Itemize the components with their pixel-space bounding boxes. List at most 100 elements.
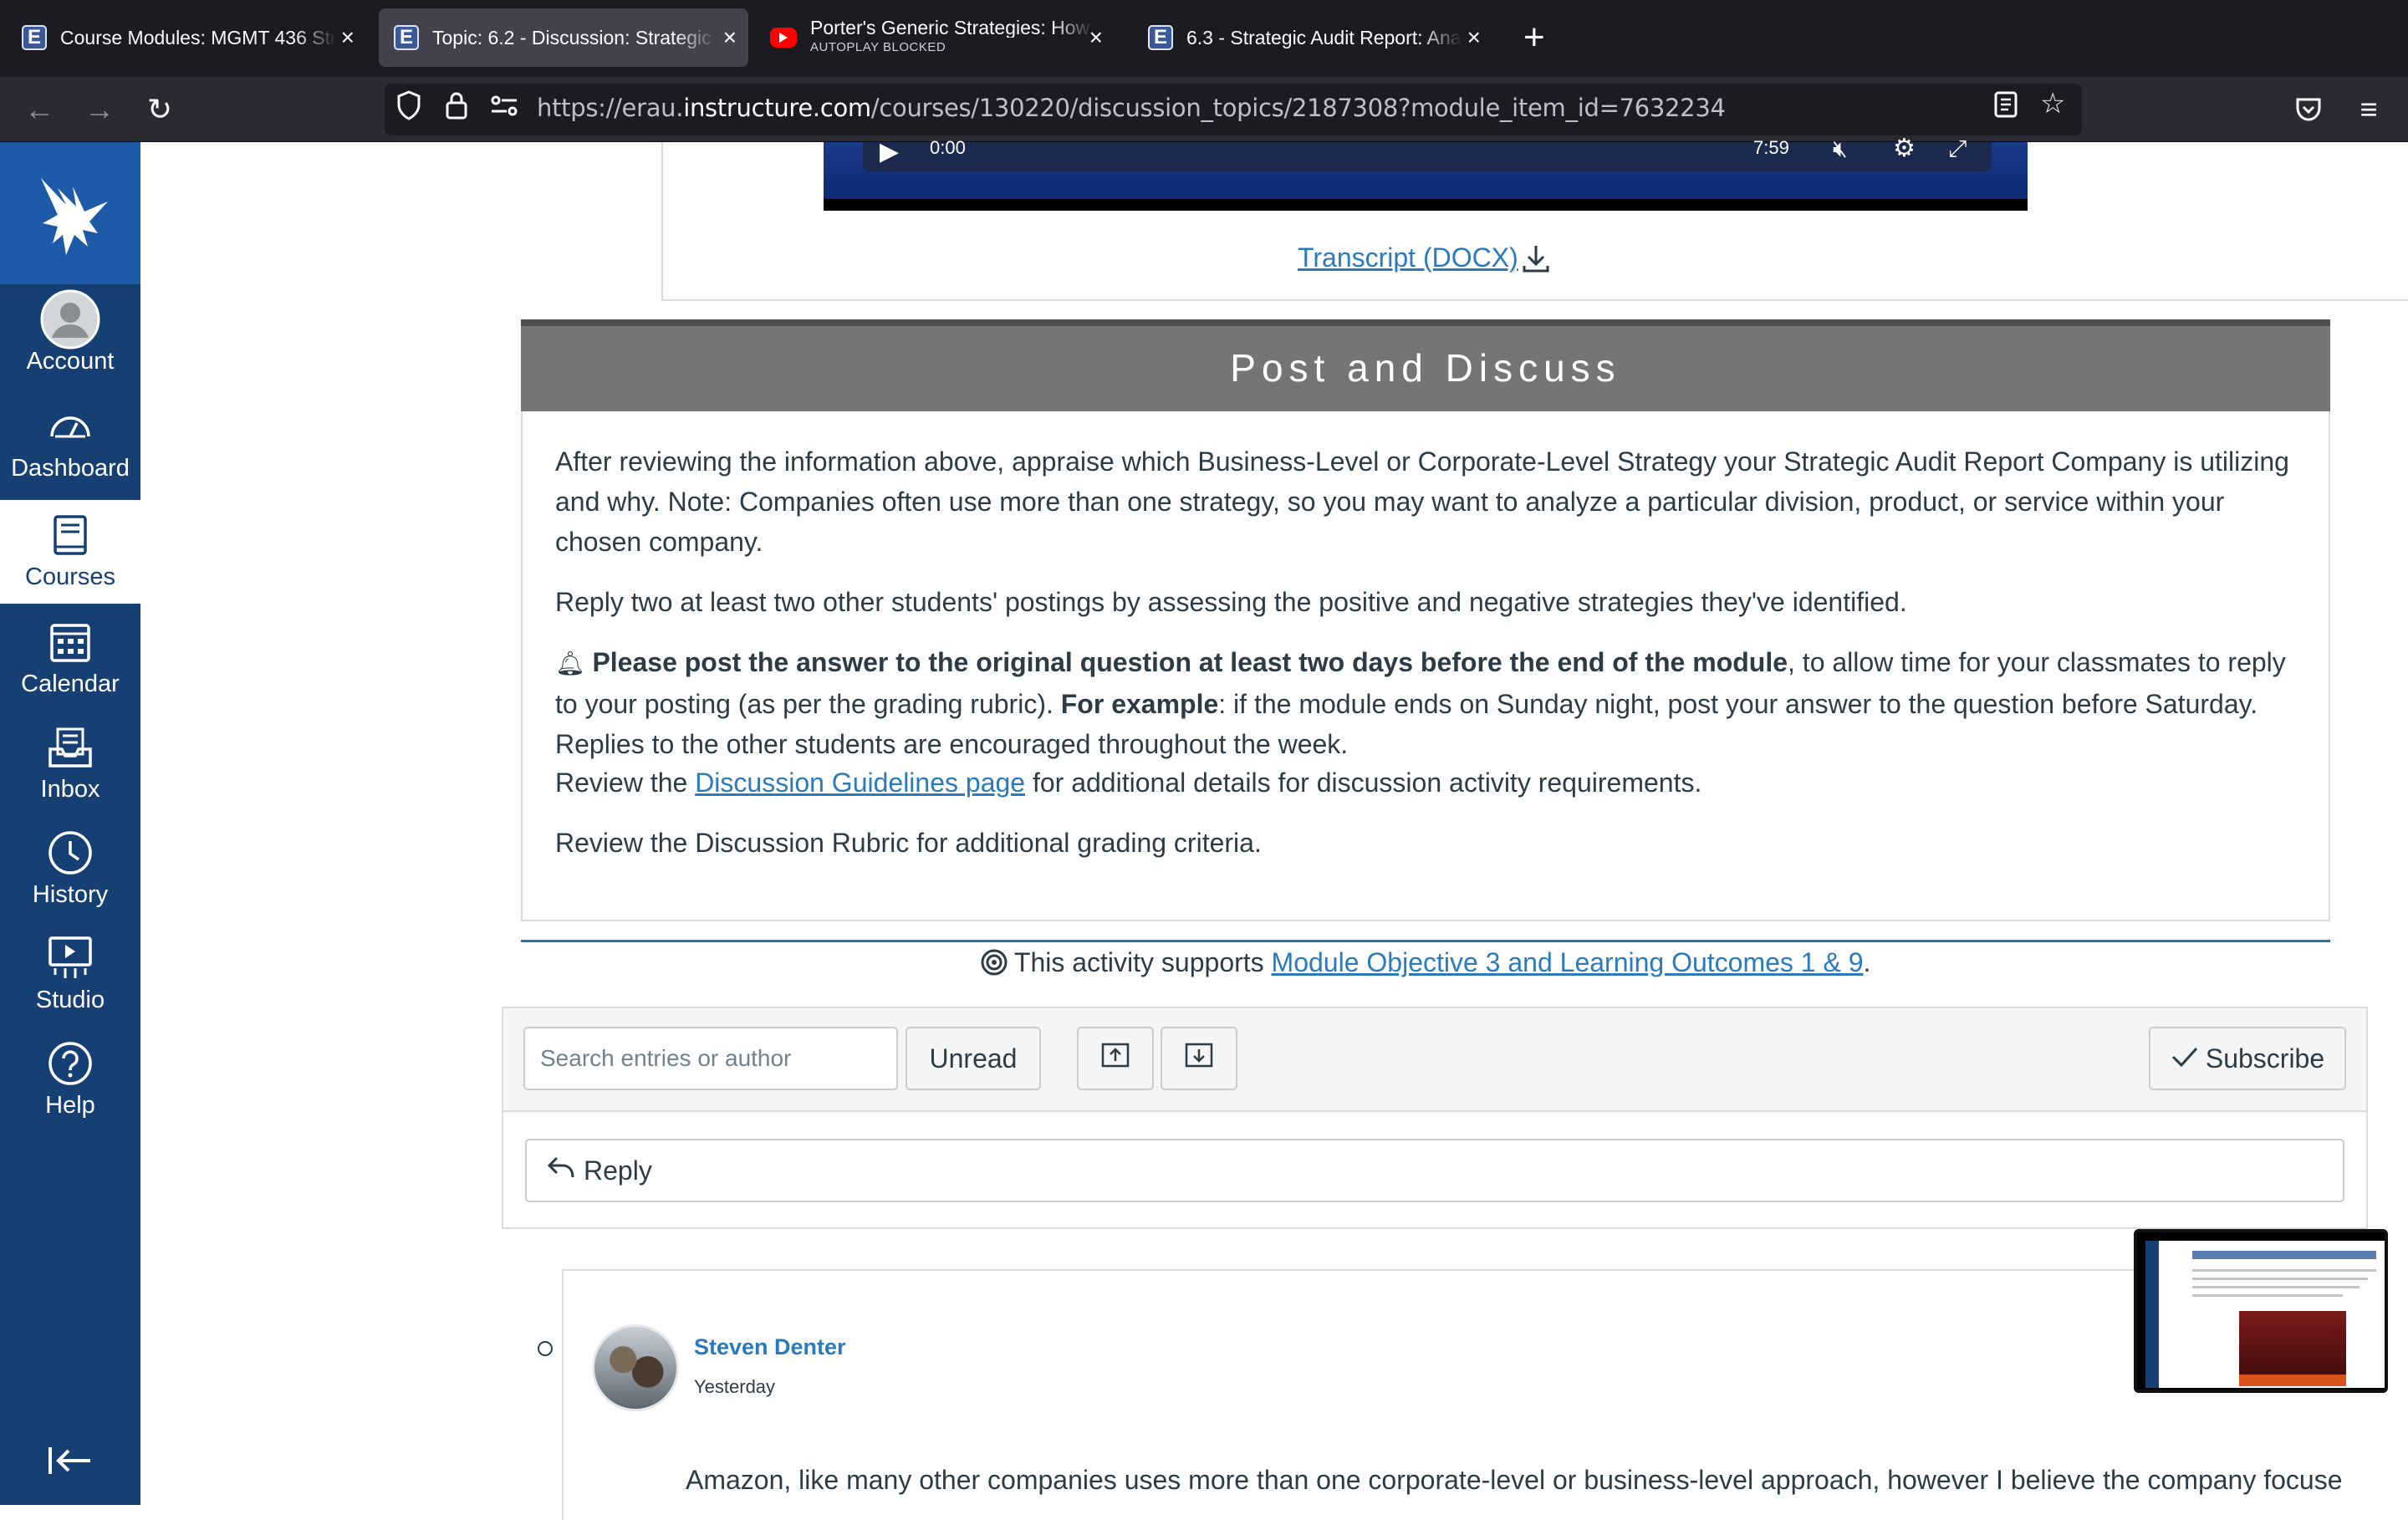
browser-tab-course-modules[interactable]: E Course Modules: MGMT 436 Strategic Man…	[7, 8, 366, 67]
settings-gear-icon[interactable]: ⚙	[1893, 134, 1916, 163]
nav-item-help[interactable]: Help	[0, 1028, 140, 1132]
canvas-favicon-icon: E	[22, 25, 47, 50]
lock-icon[interactable]	[445, 90, 468, 127]
close-tab-icon[interactable]: ×	[1467, 24, 1481, 51]
courses-icon	[47, 512, 94, 559]
instructions-paragraph-5: Review the Discussion Rubric for additio…	[555, 828, 1262, 858]
tab-title: Porter's Generic Strategies: How	[810, 18, 1090, 38]
forward-arrow-icon[interactable]: →	[80, 90, 119, 129]
guidelines-pre-text: Review the	[555, 768, 696, 798]
reply-label: Reply	[584, 1155, 652, 1186]
objective-divider	[521, 940, 2330, 942]
target-icon	[981, 947, 1014, 977]
fullscreen-icon[interactable]: ⤢	[1948, 135, 1967, 163]
objective-post-text: .	[1863, 947, 1871, 977]
checkmark-icon	[2171, 1043, 2199, 1074]
subscribe-button[interactable]: Subscribe	[2149, 1027, 2346, 1090]
collapse-nav-icon[interactable]	[47, 1441, 94, 1487]
instructions-paragraph-1: After reviewing the information above, a…	[555, 446, 2289, 557]
expand-replies-button[interactable]	[1161, 1027, 1237, 1090]
instructions-paragraph-3: 🔔︎ Please post the answer to the origina…	[555, 642, 2303, 764]
bookmark-star-icon[interactable]: ☆	[2040, 87, 2065, 120]
nav-item-label: Studio	[35, 987, 105, 1013]
tab-title: 6.3 - Strategic Audit Report: Analysis	[1186, 26, 1462, 48]
main-content: ▶ 0:00 7:59 🔇︎ ⚙ ⤢ Transcript (DOCX) Pos…	[140, 135, 2408, 1520]
global-navigation: Account Dashboard Courses Calendar Inbox…	[0, 142, 140, 1505]
account-icon	[40, 289, 100, 349]
objective-line: This activity supports Module Objective …	[521, 943, 2330, 982]
video-total-time: 7:59	[1753, 137, 1789, 158]
nav-item-label: Calendar	[21, 671, 120, 697]
nav-item-dashboard[interactable]: Dashboard	[0, 391, 140, 495]
close-tab-icon[interactable]: ×	[723, 24, 737, 51]
permissions-icon[interactable]	[490, 90, 518, 127]
avatar[interactable]	[592, 1324, 679, 1411]
reply-button[interactable]: Reply	[525, 1139, 2344, 1202]
guidelines-post-text: for additional details for discussion ac…	[1025, 768, 1702, 798]
help-icon	[47, 1040, 94, 1087]
canvas-favicon-icon: E	[1148, 25, 1173, 50]
video-player[interactable]: ▶ 0:00 7:59 🔇︎ ⚙ ⤢	[824, 135, 2028, 211]
dashboard-icon	[47, 403, 94, 450]
search-entries-input[interactable]	[523, 1027, 898, 1090]
collapse-replies-button[interactable]	[1077, 1027, 1154, 1090]
url-text[interactable]: https://erau.instructure.com/courses/130…	[537, 94, 1726, 122]
post-and-discuss-heading: Post and Discuss	[521, 319, 2330, 411]
transcript-link[interactable]: Transcript (DOCX)	[1298, 242, 1518, 273]
browser-tab-discussion[interactable]: E Topic: 6.2 - Discussion: Strategic Aud…	[379, 8, 748, 67]
unread-button[interactable]: Unread	[906, 1027, 1041, 1090]
history-icon	[47, 829, 94, 876]
instructions-paragraph-2: Reply two at least two other students' p…	[555, 587, 1907, 617]
close-tab-icon[interactable]: ×	[341, 24, 355, 51]
shield-icon[interactable]	[396, 90, 421, 127]
play-icon[interactable]: ▶	[880, 137, 899, 166]
entry-author[interactable]: Steven Denter	[694, 1334, 846, 1360]
pip-text-line	[2192, 1294, 2343, 1297]
autoplay-blocked-label: AUTOPLAY BLOCKED	[810, 40, 946, 54]
video-controls: ▶ 0:00 7:59 🔇︎ ⚙ ⤢	[863, 135, 1992, 171]
module-objective-link[interactable]: Module Objective 3 and Learning Outcomes…	[1272, 947, 1864, 977]
calendar-icon	[47, 619, 94, 666]
nav-item-history[interactable]: History	[0, 818, 140, 921]
nav-item-label: Courses	[25, 564, 115, 590]
pip-text-line	[2192, 1278, 2368, 1280]
nav-item-label: Help	[45, 1092, 95, 1119]
read-status-indicator[interactable]	[538, 1341, 553, 1356]
pip-text-line	[2192, 1286, 2360, 1288]
browser-tab-audit-report[interactable]: E 6.3 - Strategic Audit Report: Analysis…	[1133, 8, 1492, 67]
bold-example: For example	[1060, 689, 1219, 719]
entry-timestamp: Yesterday	[694, 1376, 776, 1397]
erau-eagle-logo[interactable]	[0, 142, 140, 284]
pip-heading-preview	[2192, 1251, 2376, 1259]
nav-item-courses[interactable]: Courses	[0, 500, 140, 604]
picture-in-picture-window[interactable]	[2134, 1229, 2388, 1393]
instructions-paragraph-4: Review the Discussion Guidelines page fo…	[555, 763, 2303, 803]
reply-arrow-icon	[547, 1155, 575, 1186]
nav-item-inbox[interactable]: Inbox	[0, 712, 140, 816]
download-icon[interactable]	[1522, 244, 1550, 282]
pip-nav-preview	[2145, 1241, 2159, 1388]
pip-text-line	[2192, 1269, 2376, 1272]
tab-title: Course Modules: MGMT 436 Strategic Manag…	[60, 26, 336, 48]
discussion-guidelines-link[interactable]: Discussion Guidelines page	[695, 768, 1025, 798]
nav-item-label: History	[32, 881, 109, 908]
reader-view-icon[interactable]	[1993, 90, 2018, 125]
browser-tab-youtube[interactable]: Porter's Generic Strategies: How AUTOPLA…	[755, 8, 1115, 67]
new-tab-icon[interactable]: +	[1523, 17, 1545, 59]
close-tab-icon[interactable]: ×	[1089, 24, 1103, 51]
mute-icon[interactable]: 🔇︎	[1833, 135, 1848, 163]
nav-item-account[interactable]: Account	[0, 284, 140, 388]
pip-video-thumbnail	[2239, 1311, 2346, 1386]
pocket-icon[interactable]	[2289, 90, 2328, 129]
entry-text: Amazon, like many other companies uses m…	[686, 1465, 2341, 1495]
canvas-favicon-icon: E	[394, 25, 419, 50]
menu-icon[interactable]: ≡	[2349, 90, 2388, 129]
nav-item-studio[interactable]: Studio	[0, 923, 140, 1027]
subscribe-label: Subscribe	[2205, 1043, 2325, 1074]
reload-icon[interactable]: ↻	[140, 90, 179, 129]
studio-icon	[47, 935, 94, 982]
nav-item-calendar[interactable]: Calendar	[0, 607, 140, 711]
bold-instruction: Please post the answer to the original q…	[592, 647, 1788, 677]
back-arrow-icon[interactable]: ←	[20, 90, 59, 129]
bell-icon: 🔔︎	[555, 650, 585, 676]
